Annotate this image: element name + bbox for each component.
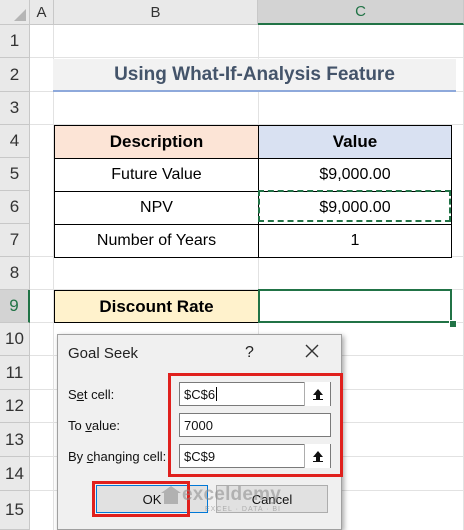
set-cell-label: Set cell: [68, 387, 115, 402]
fill-handle[interactable] [449, 320, 457, 328]
dialog-title: Goal Seek [68, 345, 139, 362]
row-header-11[interactable]: 11 [0, 356, 30, 390]
changing-cell-label: By changing cell: [68, 449, 167, 464]
row-header-5[interactable]: 5 [0, 158, 30, 191]
row-header-2[interactable]: 2 [0, 58, 30, 92]
row-header-3[interactable]: 3 [0, 92, 30, 125]
table-header-description[interactable]: Description [54, 125, 259, 159]
row-header-4[interactable]: 4 [0, 125, 30, 158]
table-header-value[interactable]: Value [258, 125, 452, 159]
table-cell-description[interactable]: NPV [54, 191, 259, 225]
row-header-8[interactable]: 8 [0, 257, 30, 290]
help-button[interactable]: ? [245, 344, 254, 362]
copy-marquee [258, 190, 451, 222]
row-header-12[interactable]: 12 [0, 390, 30, 423]
row-header-6[interactable]: 6 [0, 191, 30, 224]
row-header-14[interactable]: 14 [0, 457, 30, 491]
discount-rate-cell[interactable] [258, 289, 452, 323]
table-cell-description[interactable]: Future Value [54, 158, 259, 192]
gridline [30, 57, 464, 58]
row-header-13[interactable]: 13 [0, 423, 30, 457]
column-header-a[interactable]: A [30, 0, 54, 25]
select-all-corner[interactable] [0, 0, 30, 25]
table-cell-description[interactable]: Number of Years [54, 224, 259, 258]
row-header-7[interactable]: 7 [0, 224, 30, 257]
table-cell-value[interactable]: 1 [258, 224, 452, 258]
watermark-tagline: EXCEL · DATA · BI [205, 506, 281, 513]
row-header-9[interactable]: 9 [0, 290, 30, 323]
row-header-10[interactable]: 10 [0, 323, 30, 356]
gridline [53, 25, 54, 530]
table-cell-value[interactable]: $9,000.00 [258, 158, 452, 192]
goal-seek-dialog: Goal Seek ? Set cell: $C$6 To value: 700… [57, 334, 343, 530]
row-header-1[interactable]: 1 [0, 25, 30, 58]
highlight-box-inputs [168, 373, 343, 477]
to-value-label: To value: [68, 418, 121, 433]
column-header-b[interactable]: B [54, 0, 258, 25]
discount-rate-label[interactable]: Discount Rate [54, 290, 259, 323]
close-icon[interactable] [302, 341, 322, 361]
sheet-title[interactable]: Using What-If-Analysis Feature [53, 59, 456, 92]
column-header-c[interactable]: C [258, 0, 464, 25]
row-header-15[interactable]: 15 [0, 491, 30, 530]
highlight-box-ok [92, 481, 190, 517]
